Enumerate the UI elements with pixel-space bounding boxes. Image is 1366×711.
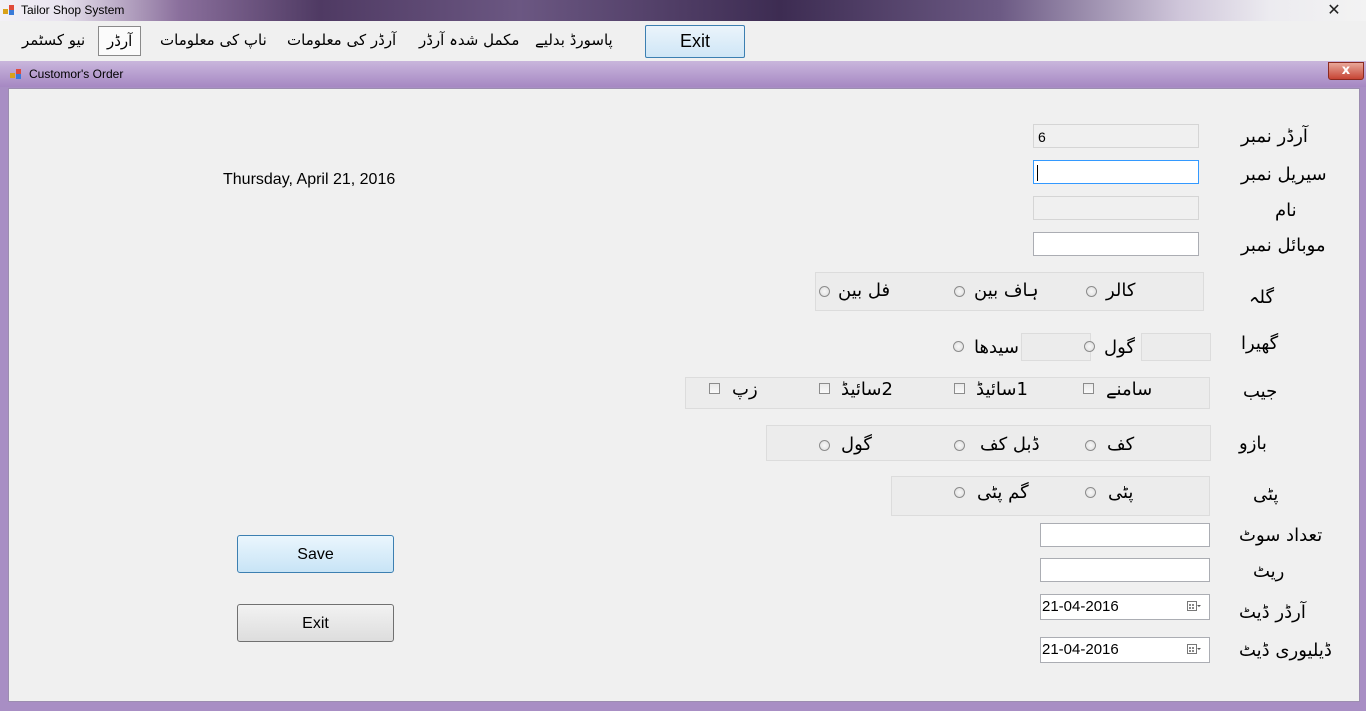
radio-placket[interactable] (1085, 487, 1096, 498)
checkbox-side1-pocket[interactable] (954, 383, 965, 394)
delivery-date-label: ڈیلیوری ڈیٹ (1239, 640, 1332, 661)
radio-double-cuff[interactable] (954, 440, 965, 451)
round-sleeve-option-label: گول (841, 434, 872, 455)
hem-group-right (1141, 333, 1211, 361)
window-title: Tailor Shop System (21, 3, 125, 17)
form-icon (10, 69, 21, 79)
current-date: Thursday, April 21, 2016 (223, 171, 396, 188)
placket-label: پٹی (1253, 484, 1279, 505)
menu-bar: نیو کسٹمر آرڈر ناپ کی معلومات آرڈر کی مع… (0, 21, 1366, 62)
double-cuff-option-label: ڈبل کف (980, 434, 1040, 455)
calendar-dropdown-icon[interactable] (1187, 644, 1201, 655)
menu-item-measurement-info[interactable]: ناپ کی معلومات (160, 31, 267, 49)
menu-item-completed-orders[interactable]: مکمل شدہ آرڈر (419, 31, 519, 49)
sleeve-group: کف ڈبل کف گول (766, 425, 1211, 461)
straight-hem-option-label: سیدھا (974, 337, 1019, 358)
rate-label: ریٹ (1253, 561, 1285, 582)
side1-pocket-option-label: 1سائیڈ (976, 379, 1028, 400)
hem-label: گھیرا (1241, 333, 1279, 354)
calendar-dropdown-icon[interactable] (1187, 601, 1201, 612)
checkbox-front-pocket[interactable] (1083, 383, 1094, 394)
radio-round-sleeve[interactable] (819, 440, 830, 451)
menu-item-order[interactable]: آرڈر (98, 26, 142, 56)
order-form: Thursday, April 21, 2016 آرڈر نمبر 6 سیر… (8, 88, 1360, 702)
half-ban-option-label: ہاف بین (974, 280, 1039, 301)
menu-item-change-password[interactable]: پاسورڈ بدلیے (535, 31, 613, 49)
name-label: نام (1275, 200, 1297, 221)
menu-item-new-customer[interactable]: نیو کسٹمر (22, 31, 85, 49)
menu-item-order-info[interactable]: آرڈر کی معلومات (287, 31, 396, 49)
zip-pocket-option-label: زپ (732, 379, 758, 400)
collar-group: کالر ہاف بین فل بین (815, 272, 1204, 311)
app-icon (3, 5, 14, 15)
placket-group: پٹی گم پٹی (891, 476, 1210, 516)
cuff-option-label: کف (1107, 434, 1135, 455)
serial-number-label: سیریل نمبر (1241, 164, 1327, 185)
exit-button[interactable]: Exit (237, 604, 394, 642)
mobile-number-field[interactable] (1033, 232, 1199, 256)
round-hem-option-label: گول (1104, 337, 1135, 358)
radio-gum-placket[interactable] (954, 487, 965, 498)
order-window-title: Customor's Order (29, 67, 124, 81)
order-date-value: 21-04-2016 (1042, 598, 1119, 615)
suit-count-field[interactable] (1040, 523, 1210, 547)
hem-group-left (1021, 333, 1091, 361)
radio-straight-hem[interactable] (953, 341, 964, 352)
radio-half-ban[interactable] (954, 286, 965, 297)
order-number-field[interactable]: 6 (1033, 124, 1199, 148)
radio-cuff[interactable] (1085, 440, 1096, 451)
suit-count-label: تعداد سوٹ (1239, 525, 1323, 546)
order-date-picker[interactable]: 21-04-2016 (1040, 594, 1210, 620)
order-window-close-button[interactable]: x (1328, 62, 1364, 80)
order-window: Customor's Order x Thursday, April 21, 2… (0, 61, 1366, 711)
order-date-label: آرڈر ڈیٹ (1239, 602, 1306, 623)
sleeve-label: بازو (1239, 433, 1267, 454)
checkbox-zip-pocket[interactable] (709, 383, 720, 394)
collar-label: گلہ (1249, 287, 1275, 308)
placket-option-label: پٹی (1108, 482, 1134, 503)
text-caret (1037, 165, 1038, 181)
name-field[interactable] (1033, 196, 1199, 220)
radio-collar[interactable] (1086, 286, 1097, 297)
mobile-number-label: موبائل نمبر (1241, 235, 1326, 256)
order-number-label: آرڈر نمبر (1241, 126, 1308, 147)
pocket-group: سامنے 1سائیڈ 2سائیڈ زپ (685, 377, 1210, 409)
front-pocket-option-label: سامنے (1106, 379, 1153, 400)
menu-exit-button[interactable]: Exit (645, 25, 745, 58)
delivery-date-picker[interactable]: 21-04-2016 (1040, 637, 1210, 663)
pocket-label: جیب (1243, 381, 1278, 402)
full-ban-option-label: فل بین (838, 280, 891, 301)
window-close-button[interactable]: ✕ (1310, 0, 1358, 19)
serial-number-field[interactable] (1033, 160, 1199, 184)
save-button[interactable]: Save (237, 535, 394, 573)
gum-placket-option-label: گم پٹی (977, 482, 1029, 503)
rate-field[interactable] (1040, 558, 1210, 582)
side2-pocket-option-label: 2سائیڈ (841, 379, 893, 400)
order-window-titlebar[interactable]: Customor's Order x (0, 61, 1366, 87)
radio-full-ban[interactable] (819, 286, 830, 297)
checkbox-side2-pocket[interactable] (819, 383, 830, 394)
delivery-date-value: 21-04-2016 (1042, 641, 1119, 658)
window-titlebar[interactable]: Tailor Shop System ✕ (0, 0, 1366, 21)
radio-round-hem[interactable] (1084, 341, 1095, 352)
collar-option-label: کالر (1106, 280, 1136, 301)
